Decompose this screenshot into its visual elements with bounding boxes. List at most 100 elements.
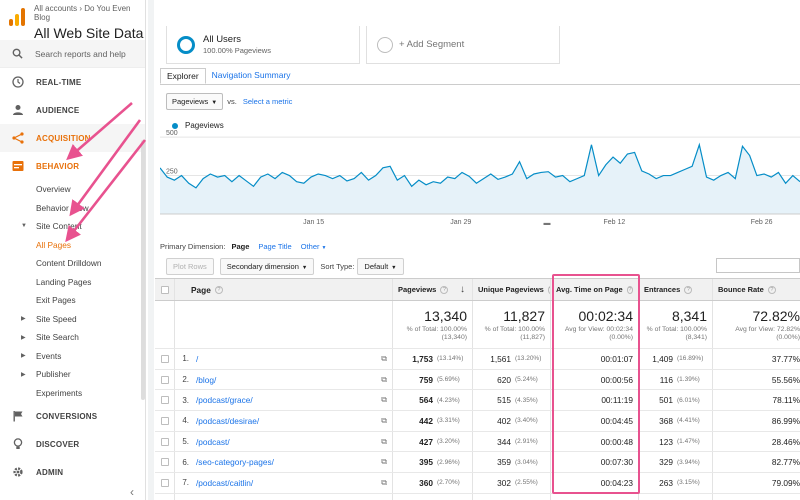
row-entrances-pct: (3.94%) <box>677 458 700 466</box>
row-checkbox[interactable] <box>155 411 175 431</box>
sort-type-dropdown[interactable]: Default ▼ <box>357 258 404 275</box>
nav-exit-pages[interactable]: Exit Pages <box>0 291 145 310</box>
header-page[interactable]: Page? <box>175 279 393 300</box>
open-link-icon[interactable]: ⧉ <box>381 375 387 385</box>
nav-behavior-flow[interactable]: Behavior Flow <box>0 199 145 218</box>
metric-dropdown[interactable]: Pageviews ▼ <box>166 93 224 110</box>
secondary-dimension-dropdown[interactable]: Secondary dimension ▼ <box>219 258 315 275</box>
nav-landing-pages-label: Landing Pages <box>36 276 92 287</box>
row-avg-time-value: 00:04:45 <box>600 415 633 426</box>
nav-events-label: Events <box>36 350 62 361</box>
dimension-page[interactable]: Page <box>231 242 249 251</box>
select-metric-link[interactable]: Select a metric <box>243 97 293 106</box>
tab-navigation-summary[interactable]: Navigation Summary <box>206 68 297 84</box>
nav-site-search[interactable]: ▶ Site Search <box>0 328 145 347</box>
plot-rows-button[interactable]: Plot Rows <box>166 258 214 275</box>
row-bounce-rate-value: 78.11% <box>772 395 800 406</box>
chart-resize-handle[interactable]: ▬ <box>539 220 555 228</box>
pageviews-chart[interactable]: 500 250 Jan 15 Jan 29 Feb 12 Feb 26 <box>160 130 800 230</box>
row-page-link[interactable]: /podcast/9/⧉ <box>191 493 393 500</box>
row-pageviews: 395 (2.96%) <box>393 452 473 473</box>
nav-behavior[interactable]: BEHAVIOR <box>0 152 145 180</box>
row-checkbox[interactable] <box>155 452 175 473</box>
header-bounce-rate[interactable]: Bounce Rate? <box>713 279 800 300</box>
nav-realtime[interactable]: REAL-TIME <box>0 68 145 96</box>
open-link-icon[interactable]: ⧉ <box>381 437 387 447</box>
row-pageviews-pct: (13.14%) <box>437 355 464 363</box>
dimension-other[interactable]: Other ▼ <box>301 242 327 251</box>
add-segment-label: + Add Segment <box>399 39 465 50</box>
open-link-icon[interactable]: ⧉ <box>381 354 387 364</box>
chart-xtick-label: Jan 15 <box>303 219 324 226</box>
nav-discover[interactable]: DISCOVER <box>0 430 145 458</box>
totals-pageviews-sub: % of Total: 100.00% (13,340) <box>406 325 467 341</box>
collapse-sidebar-icon[interactable]: ‹ <box>0 486 146 500</box>
header-entrances[interactable]: Entrances? <box>639 279 713 300</box>
tab-explorer[interactable]: Explorer <box>160 68 206 84</box>
row-page-link[interactable]: /blog/ ⧉ <box>191 369 393 390</box>
open-link-icon[interactable]: ⧉ <box>381 416 387 426</box>
row-checkbox[interactable] <box>155 431 175 452</box>
nav-site-content[interactable]: ▼ Site Content <box>0 217 145 236</box>
caret-right-icon: ▶ <box>21 371 26 378</box>
nav-site-speed[interactable]: ▶ Site Speed <box>0 310 145 329</box>
nav-all-pages[interactable]: All Pages <box>0 236 145 255</box>
nav-admin[interactable]: ADMIN <box>0 458 145 486</box>
dimension-page-title[interactable]: Page Title <box>258 242 291 251</box>
table-search-input[interactable] <box>716 258 800 273</box>
totals-unique-pageviews: 11,827% of Total: 100.00% (11,827) <box>473 301 551 348</box>
row-checkbox[interactable] <box>155 390 175 411</box>
row-page-link[interactable]: /podcast/ ⧉ <box>191 431 393 452</box>
row-page-link[interactable]: /podcast/caitlin/ ⧉ <box>191 473 393 493</box>
open-link-icon[interactable]: ⧉ <box>381 457 387 467</box>
row-page-link[interactable]: / ⧉ <box>191 349 393 369</box>
nav-landing-pages[interactable]: Landing Pages <box>0 273 145 292</box>
nav-audience[interactable]: AUDIENCE <box>0 96 145 124</box>
nav-content-drilldown[interactable]: Content Drilldown <box>0 254 145 273</box>
nav-events[interactable]: ▶ Events <box>0 347 145 366</box>
row-bounce-rate: 37.77% <box>713 349 800 369</box>
row-page-link[interactable]: /podcast/grace/ ⧉ <box>191 390 393 411</box>
row-checkbox[interactable] <box>155 473 175 493</box>
row-unique-pageviews-value: 402 <box>497 415 511 426</box>
header-pageviews-label: Pageviews <box>398 285 437 294</box>
row-pageviews-pct: (5.69%) <box>437 376 460 384</box>
nav-experiments[interactable]: Experiments <box>0 384 145 403</box>
row-unique-pageviews: 344 (2.91%) <box>473 431 551 452</box>
nav-conversions[interactable]: CONVERSIONS <box>0 402 145 430</box>
totals-avg-time-sub: Avg for View: 00:02:34 (0.00%) <box>564 325 633 341</box>
row-index: 2. <box>182 375 189 385</box>
select-all-checkbox[interactable] <box>155 279 175 300</box>
header-pageviews[interactable]: Pageviews? ↓ <box>393 279 473 300</box>
header-avg-time-on-page[interactable]: Avg. Time on Page? <box>551 279 639 300</box>
view-selector[interactable]: All Web Site Data▼ <box>34 25 155 41</box>
search-input[interactable]: Search reports and help <box>35 49 126 59</box>
table-row: 5. /podcast/ ⧉ 427 (3.20%) 344 (2.91%) 00:00:48… <box>155 431 800 453</box>
row-checkbox[interactable] <box>155 369 175 390</box>
nav-publisher[interactable]: ▶ Publisher <box>0 365 145 384</box>
row-checkbox[interactable] <box>155 349 175 369</box>
totals-avg-time-value: 00:02:34 <box>578 307 634 324</box>
row-page-text: /podcast/ <box>196 436 230 447</box>
nav-behavior-overview[interactable]: Overview <box>0 180 145 199</box>
row-entrances-pct: (16.89%) <box>677 355 704 363</box>
nav-conversions-label: CONVERSIONS <box>36 411 98 421</box>
row-checkbox[interactable] <box>155 493 175 500</box>
header-page-label: Page <box>191 284 211 295</box>
row-page-link[interactable]: /seo-category-pages/ ⧉ <box>191 452 393 473</box>
header-unique-pageviews[interactable]: Unique Pageviews? <box>473 279 551 300</box>
row-bounce-rate: 55.56% <box>713 370 800 390</box>
account-breadcrumb[interactable]: All accounts › Do You Even Blog <box>34 4 145 22</box>
nav-acquisition[interactable]: ACQUISITION <box>0 124 145 152</box>
open-link-icon[interactable]: ⧉ <box>381 478 387 488</box>
row-page-link[interactable]: /podcast/desirae/ ⧉ <box>191 411 393 431</box>
segment-all-users[interactable]: All Users 100.00% Pageviews <box>166 26 360 64</box>
open-link-icon[interactable]: ⧉ <box>381 395 387 405</box>
sidebar-scrollbar[interactable] <box>141 140 145 400</box>
row-avg-time-value: 00:07:30 <box>600 457 633 468</box>
add-segment-button[interactable]: + Add Segment <box>366 26 560 64</box>
totals-bounce-rate-sub: Avg for View: 72.82% (0.00%) <box>735 325 800 341</box>
account-header[interactable]: All accounts › Do You Even Blog All Web … <box>0 0 155 41</box>
search-bar[interactable]: Search reports and help <box>0 40 145 68</box>
nav-acquisition-label: ACQUISITION <box>36 133 91 143</box>
